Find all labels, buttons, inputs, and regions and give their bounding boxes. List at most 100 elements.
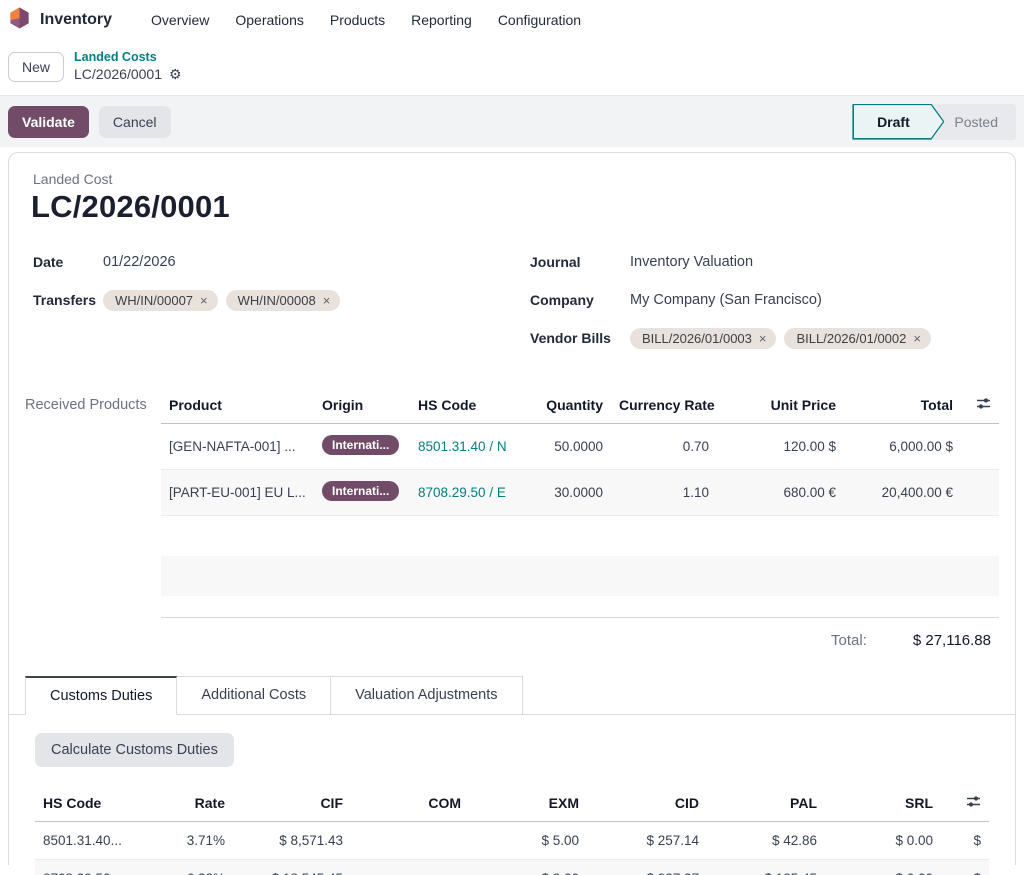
origin-badge[interactable]: Internati...	[322, 435, 399, 455]
landed-cost-label: Landed Cost	[33, 171, 999, 187]
stage-draft[interactable]: Draft	[852, 104, 944, 140]
vendor-bill-tag[interactable]: BILL/2026/01/0003 ×	[630, 328, 776, 349]
cell-quantity[interactable]: 30.0000	[535, 474, 611, 511]
col-srl[interactable]: SRL	[825, 786, 941, 820]
nav-configuration[interactable]: Configuration	[485, 12, 594, 28]
cell-hs-code-link[interactable]: 8708.29.50 / E	[410, 474, 535, 511]
total-label: Total:	[831, 632, 867, 649]
cell-pal[interactable]: $ 42.86	[707, 822, 825, 859]
remove-tag-icon[interactable]: ×	[913, 331, 921, 346]
cancel-button[interactable]: Cancel	[99, 106, 171, 138]
total-value: $ 27,116.88	[913, 632, 991, 649]
calculate-customs-duties-button[interactable]: Calculate Customs Duties	[35, 733, 234, 767]
optional-columns-icon[interactable]	[976, 396, 991, 414]
col-total[interactable]: Total	[844, 388, 961, 422]
empty-row	[161, 556, 999, 596]
col-pal[interactable]: PAL	[707, 786, 825, 820]
nav-operations[interactable]: Operations	[222, 12, 316, 28]
col-currency-rate[interactable]: Currency Rate	[611, 388, 717, 422]
origin-badge[interactable]: Internati...	[322, 481, 399, 501]
cell-total[interactable]: 6,000.00 $	[844, 428, 961, 465]
col-com[interactable]: COM	[351, 786, 469, 820]
date-label: Date	[33, 254, 103, 270]
nav-overview[interactable]: Overview	[138, 12, 222, 28]
stage-posted[interactable]: Posted	[944, 114, 1016, 130]
top-navbar: Inventory Overview Operations Products R…	[0, 0, 1024, 40]
grand-total-row: Total: $ 27,116.88	[25, 618, 999, 653]
breadcrumb-landed-costs[interactable]: Landed Costs	[74, 50, 182, 66]
transfers-label: Transfers	[33, 292, 103, 308]
cell-overflow[interactable]: $	[941, 860, 989, 875]
new-button[interactable]: New	[8, 52, 64, 82]
transfer-tag[interactable]: WH/IN/00008 ×	[226, 290, 341, 311]
cell-cif[interactable]: $ 18,545.45	[233, 860, 351, 875]
cell-exm[interactable]: $ 8.00	[469, 860, 587, 875]
breadcrumb-current-record: LC/2026/0001	[74, 66, 162, 84]
remove-tag-icon[interactable]: ×	[759, 331, 767, 346]
optional-columns-icon[interactable]	[966, 794, 981, 812]
company-field[interactable]: My Company (San Francisco)	[630, 292, 822, 308]
cell-hs-code[interactable]: 8501.31.40...	[35, 822, 153, 859]
table-row: 8501.31.40... 3.71% $ 8,571.43 $ 5.00 $ …	[35, 822, 989, 860]
cell-product[interactable]: [PART-EU-001] EU L...	[161, 474, 314, 511]
received-products-table: Product Origin HS Code Quantity Currency…	[161, 387, 999, 618]
cell-cif[interactable]: $ 8,571.43	[233, 822, 351, 859]
tab-additional-costs[interactable]: Additional Costs	[177, 676, 331, 715]
cell-srl[interactable]: $ 0.00	[825, 860, 941, 875]
col-rate[interactable]: Rate	[153, 786, 233, 820]
notebook-tabs: Customs Duties Additional Costs Valuatio…	[9, 675, 1015, 715]
col-origin[interactable]: Origin	[314, 388, 410, 422]
stage-stepper: Draft Posted	[852, 104, 1016, 140]
breadcrumb: New Landed Costs LC/2026/0001 ⚙	[0, 40, 1024, 95]
cell-product[interactable]: [GEN-NAFTA-001] ...	[161, 428, 314, 465]
cell-unit-price[interactable]: 120.00 $	[717, 428, 844, 465]
cell-currency-rate[interactable]: 1.10	[611, 474, 717, 511]
remove-tag-icon[interactable]: ×	[323, 293, 331, 308]
cell-pal[interactable]: $ 185.45	[707, 860, 825, 875]
vendor-bill-tag[interactable]: BILL/2026/01/0002 ×	[784, 328, 930, 349]
col-cid[interactable]: CID	[587, 786, 707, 820]
cell-total[interactable]: 20,400.00 €	[844, 474, 961, 511]
received-products-section: Received Products Product Origin HS Code…	[25, 387, 999, 618]
cell-overflow[interactable]: $	[941, 822, 989, 859]
received-products-label: Received Products	[25, 387, 161, 618]
nav-reporting[interactable]: Reporting	[398, 12, 485, 28]
col-quantity[interactable]: Quantity	[535, 388, 611, 422]
status-bar: Validate Cancel Draft Posted	[0, 95, 1024, 147]
cell-cid[interactable]: $ 927.27	[587, 860, 707, 875]
transfer-tag[interactable]: WH/IN/00007 ×	[103, 290, 218, 311]
cell-com[interactable]	[351, 868, 469, 875]
cell-unit-price[interactable]: 680.00 €	[717, 474, 844, 511]
cell-rate[interactable]: 6.22%	[153, 860, 233, 875]
cell-currency-rate[interactable]: 0.70	[611, 428, 717, 465]
gear-icon[interactable]: ⚙	[169, 66, 182, 84]
tab-customs-duties[interactable]: Customs Duties	[25, 676, 177, 715]
cell-rate[interactable]: 3.71%	[153, 822, 233, 859]
col-unit-price[interactable]: Unit Price	[717, 388, 844, 422]
table-row: [GEN-NAFTA-001] ... Internati... 8501.31…	[161, 424, 999, 470]
col-product[interactable]: Product	[161, 388, 314, 422]
col-cif[interactable]: CIF	[233, 786, 351, 820]
remove-tag-icon[interactable]: ×	[200, 293, 208, 308]
col-exm[interactable]: EXM	[469, 786, 587, 820]
cell-hs-code-link[interactable]: 8501.31.40 / N	[410, 428, 535, 465]
company-label: Company	[530, 292, 630, 308]
app-name: Inventory	[40, 11, 112, 29]
record-title[interactable]: LC/2026/0001	[31, 189, 999, 225]
cell-com[interactable]	[351, 830, 469, 852]
app-menu-toggle[interactable]: Inventory	[8, 6, 112, 35]
cell-quantity[interactable]: 50.0000	[535, 428, 611, 465]
cell-srl[interactable]: $ 0.00	[825, 822, 941, 859]
col-hs-code[interactable]: HS Code	[35, 786, 153, 820]
cell-cid[interactable]: $ 257.14	[587, 822, 707, 859]
nav-products[interactable]: Products	[317, 12, 398, 28]
cell-hs-code[interactable]: 8708.29.50...	[35, 860, 153, 875]
cell-exm[interactable]: $ 5.00	[469, 822, 587, 859]
validate-button[interactable]: Validate	[8, 106, 89, 138]
inventory-app-icon	[8, 6, 31, 35]
journal-field[interactable]: Inventory Valuation	[630, 254, 753, 270]
tab-valuation-adjustments[interactable]: Valuation Adjustments	[331, 676, 522, 715]
date-field[interactable]: 01/22/2026	[103, 254, 176, 270]
customs-duties-panel: Calculate Customs Duties HS Code Rate CI…	[25, 715, 999, 875]
col-hs-code[interactable]: HS Code	[410, 388, 535, 422]
